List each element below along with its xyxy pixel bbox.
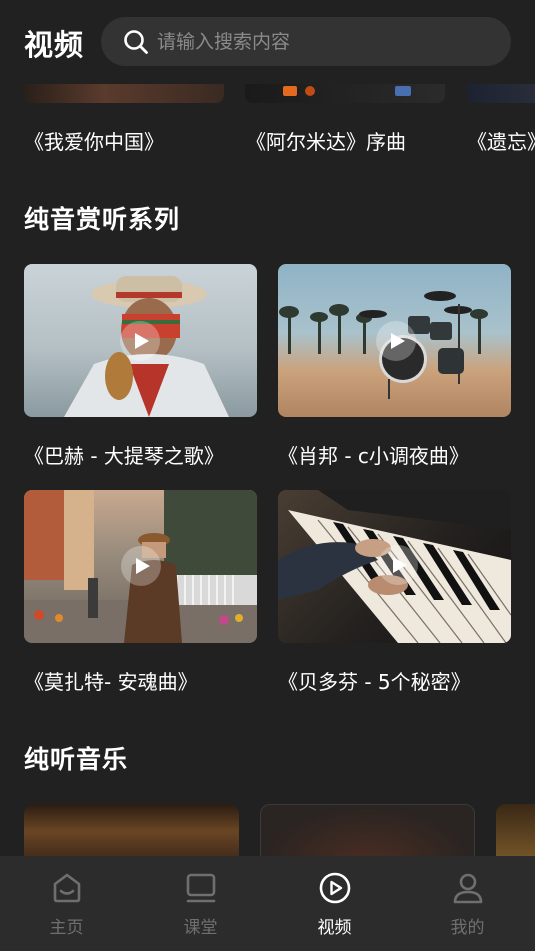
app-header: 视频 xyxy=(0,0,535,84)
video-title[interactable]: 《巴赫 - 大提琴之歌》 xyxy=(24,440,224,469)
music-thumbnail[interactable] xyxy=(496,804,535,864)
section-title: 纯听音乐 xyxy=(24,745,129,774)
page-title: 视频 xyxy=(24,28,85,62)
monitor-icon xyxy=(186,873,215,903)
video-card-beethoven[interactable] xyxy=(278,490,511,643)
music-thumbnail[interactable] xyxy=(260,804,475,864)
video-title[interactable]: 《莫扎特- 安魂曲》 xyxy=(24,666,198,695)
tab-classroom[interactable]: 课堂 xyxy=(134,856,267,951)
play-icon xyxy=(120,321,160,361)
video-card-chopin[interactable] xyxy=(278,264,511,417)
video-title[interactable]: 《遗忘》 xyxy=(467,126,535,155)
tab-label: 我的 xyxy=(450,918,485,938)
video-title[interactable]: 《阿尔米达》序曲 xyxy=(246,126,406,155)
top-video-thumbnail[interactable] xyxy=(467,84,535,103)
play-icon xyxy=(376,321,416,361)
tab-profile[interactable]: 我的 xyxy=(401,856,534,951)
top-video-thumbnail[interactable] xyxy=(245,84,445,103)
tab-label: 课堂 xyxy=(183,918,218,938)
play-circle-icon xyxy=(319,872,350,904)
play-icon xyxy=(121,546,161,586)
tab-home[interactable]: 主页 xyxy=(0,856,133,951)
bottom-tab-bar: 主页 课堂 视频 我的 xyxy=(0,856,535,951)
search-icon xyxy=(124,30,148,54)
video-card-mozart[interactable] xyxy=(24,490,257,643)
video-card-bach[interactable] xyxy=(24,264,257,417)
top-video-thumbnail[interactable] xyxy=(24,84,224,103)
tab-label: 视频 xyxy=(317,918,352,938)
search-bar[interactable] xyxy=(101,17,511,66)
search-input[interactable] xyxy=(157,17,497,66)
video-title[interactable]: 《我爱你中国》 xyxy=(24,126,164,155)
section-title: 纯音赏听系列 xyxy=(24,205,181,234)
tab-video[interactable]: 视频 xyxy=(268,856,401,951)
home-icon xyxy=(53,873,80,903)
music-thumbnail[interactable] xyxy=(24,804,239,864)
video-title[interactable]: 《肖邦 - c小调夜曲》 xyxy=(278,440,469,469)
user-icon xyxy=(453,873,482,904)
tab-label: 主页 xyxy=(49,918,84,938)
play-icon xyxy=(378,545,418,585)
video-title[interactable]: 《贝多芬 - 5个秘密》 xyxy=(278,666,471,695)
